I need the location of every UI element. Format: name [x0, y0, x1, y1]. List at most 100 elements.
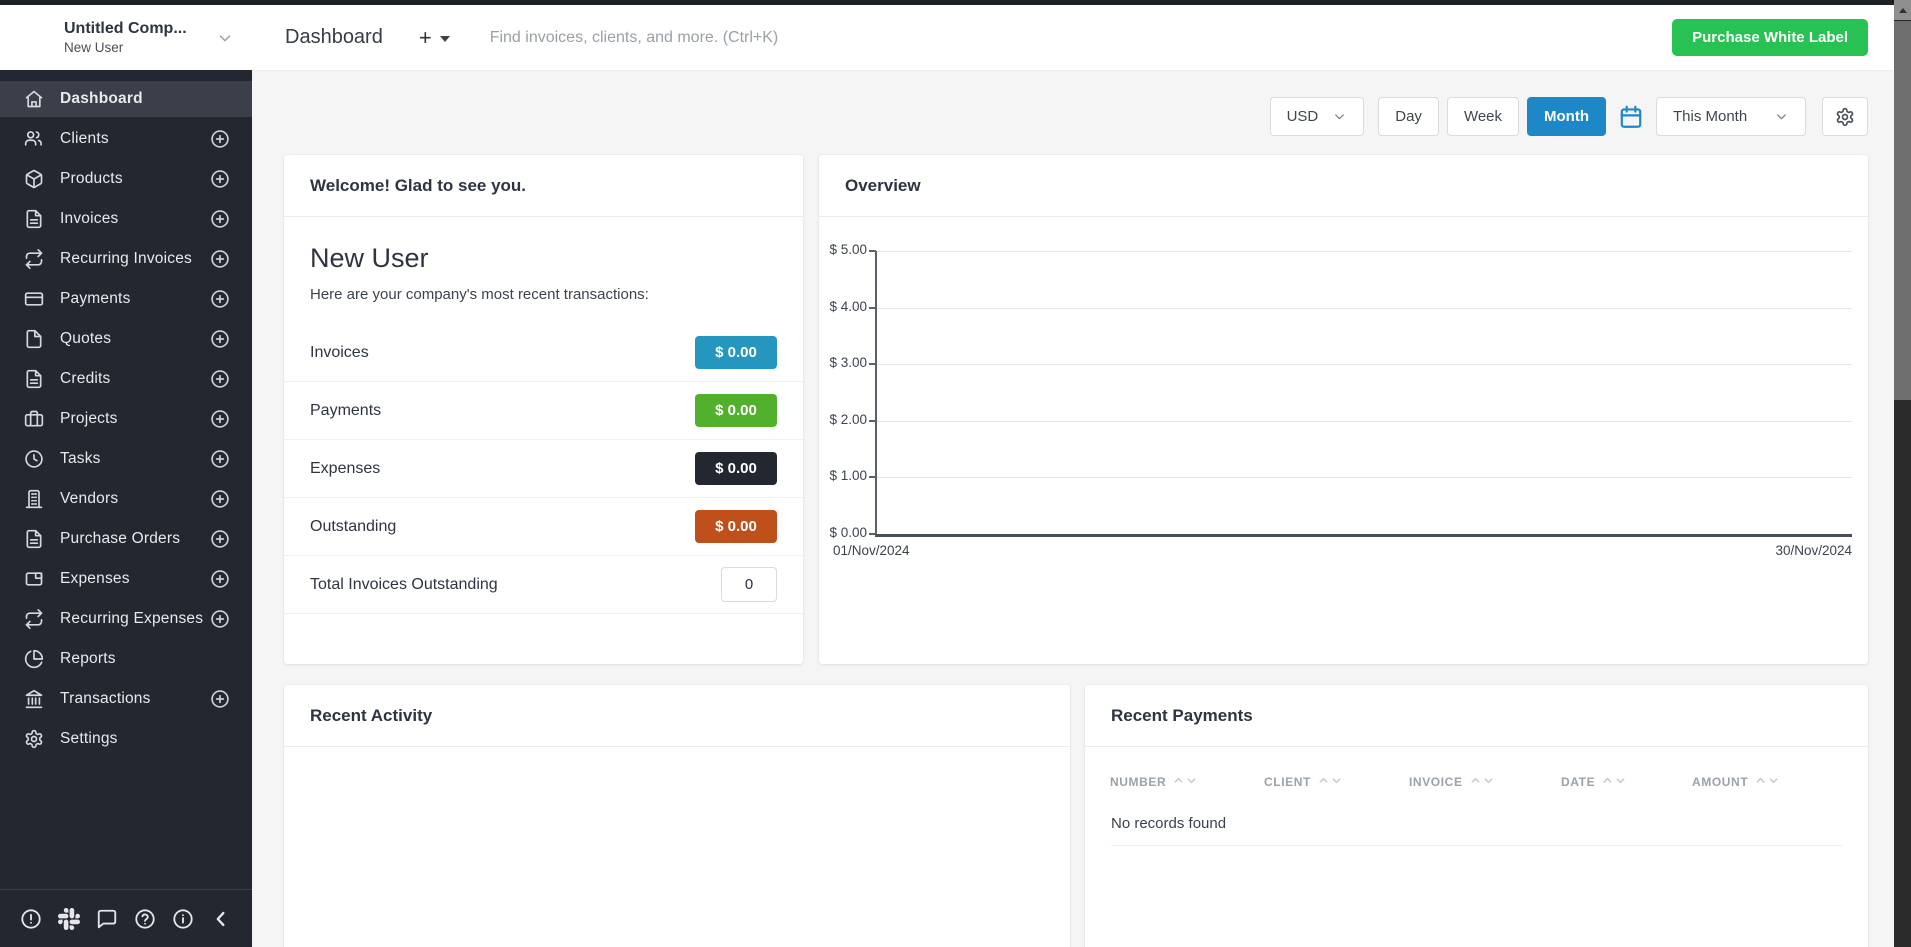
info-icon[interactable]: [172, 908, 194, 930]
sidebar-item-reports[interactable]: Reports: [0, 641, 252, 677]
sort-icons[interactable]: [1602, 773, 1626, 791]
sidebar-item-recurring-invoices[interactable]: Recurring Invoices: [0, 241, 252, 277]
alert-circle-icon[interactable]: [20, 908, 42, 930]
vertical-scrollbar[interactable]: [1894, 0, 1911, 947]
tasks-icon: [24, 449, 44, 469]
sort-icons[interactable]: [1173, 773, 1197, 791]
table-divider: [1111, 845, 1842, 846]
summary-row-label: Expenses: [310, 460, 380, 478]
sidebar-item-quotes[interactable]: Quotes: [0, 321, 252, 357]
calendar-icon[interactable]: [1618, 104, 1644, 130]
search-input[interactable]: [488, 28, 1672, 48]
y-axis-tick: [869, 307, 876, 309]
sort-down-icon[interactable]: [1331, 773, 1342, 791]
sidebar-item-payments[interactable]: Payments: [0, 281, 252, 317]
sort-icons[interactable]: [1470, 773, 1494, 791]
collapse-sidebar-icon[interactable]: [210, 908, 232, 930]
dashboard-settings-button[interactable]: [1822, 97, 1868, 136]
sort-up-icon[interactable]: [1318, 773, 1329, 791]
recent-activity-header: Recent Activity: [284, 685, 1070, 747]
sidebar-item-settings[interactable]: Settings: [0, 721, 252, 757]
purchase-white-label-button[interactable]: Purchase White Label: [1672, 19, 1868, 56]
sidebar-item-tasks[interactable]: Tasks: [0, 441, 252, 477]
quick-add-projects-button[interactable]: [210, 409, 230, 429]
clients-icon: [24, 129, 44, 149]
sort-icons[interactable]: [1755, 773, 1779, 791]
company-selector[interactable]: Untitled Comp... New User: [0, 5, 252, 70]
sidebar-item-vendors[interactable]: Vendors: [0, 481, 252, 517]
dashboard-toolbar: USD DayWeekMonth This Month: [1270, 97, 1868, 136]
scrollbar-up-button[interactable]: [1894, 0, 1911, 20]
sidebar: Untitled Comp... New User Dashboard Clien…: [0, 5, 252, 947]
help-icon[interactable]: [134, 908, 156, 930]
home-icon: [24, 89, 44, 109]
quick-add-quotes-button[interactable]: [210, 329, 230, 349]
column-header-number[interactable]: NUMBER: [1110, 773, 1264, 791]
quick-add-products-button[interactable]: [210, 169, 230, 189]
summary-amount-badge[interactable]: $ 0.00: [695, 510, 777, 543]
sidebar-item-invoices[interactable]: Invoices: [0, 201, 252, 237]
quick-add-clients-button[interactable]: [210, 129, 230, 149]
quick-add-transactions-button[interactable]: [210, 689, 230, 709]
sidebar-item-transactions[interactable]: Transactions: [0, 681, 252, 717]
projects-icon: [24, 409, 44, 429]
column-header-client[interactable]: CLIENT: [1264, 773, 1409, 791]
currency-select[interactable]: USD: [1270, 97, 1365, 136]
sort-down-icon[interactable]: [1768, 773, 1779, 791]
sidebar-item-products[interactable]: Products: [0, 161, 252, 197]
app-window: Untitled Comp... New User Dashboard Clien…: [0, 0, 1911, 947]
welcome-card: Welcome! Glad to see you. New User Here …: [284, 155, 803, 664]
sidebar-item-clients[interactable]: Clients: [0, 121, 252, 157]
sort-up-icon[interactable]: [1470, 773, 1481, 791]
sidebar-item-projects[interactable]: Projects: [0, 401, 252, 437]
quick-add-credits-button[interactable]: [210, 369, 230, 389]
range-month-button[interactable]: Month: [1527, 97, 1606, 136]
quick-add-recurring-invoices-button[interactable]: [210, 249, 230, 269]
quick-add-invoices-button[interactable]: [210, 209, 230, 229]
sidebar-item-credits[interactable]: Credits: [0, 361, 252, 397]
range-week-button[interactable]: Week: [1447, 97, 1519, 136]
sort-down-icon[interactable]: [1186, 773, 1197, 791]
sidebar-item-expenses[interactable]: Expenses: [0, 561, 252, 597]
chat-icon[interactable]: [96, 908, 118, 930]
settings-icon: [24, 729, 44, 749]
y-axis-label: $ 3.00: [821, 355, 867, 370]
quick-add-tasks-button[interactable]: [210, 449, 230, 469]
chevron-down-icon: [1332, 109, 1347, 124]
sidebar-item-label: Expenses: [60, 570, 130, 588]
column-header-invoice[interactable]: INVOICE: [1409, 773, 1561, 791]
chart-gridline: [877, 251, 1852, 252]
quick-add-vendors-button[interactable]: [210, 489, 230, 509]
caret-down-icon: [440, 36, 450, 42]
sidebar-item-purchase-orders[interactable]: Purchase Orders: [0, 521, 252, 557]
quick-create-button[interactable]: +: [419, 27, 450, 49]
period-select[interactable]: This Month: [1656, 97, 1806, 136]
payments-table-header-row: NUMBERCLIENTINVOICEDATEAMOUNT: [1085, 747, 1868, 791]
sort-up-icon[interactable]: [1755, 773, 1766, 791]
slack-icon[interactable]: [58, 908, 80, 930]
chart-gridline: [877, 308, 1852, 309]
quotes-icon: [24, 329, 44, 349]
scrollbar-thumb[interactable]: [1894, 21, 1911, 400]
y-axis-tick: [869, 476, 876, 478]
sidebar-item-dashboard[interactable]: Dashboard: [0, 81, 252, 117]
sort-down-icon[interactable]: [1615, 773, 1626, 791]
sort-up-icon[interactable]: [1173, 773, 1184, 791]
sort-up-icon[interactable]: [1602, 773, 1613, 791]
summary-amount-badge[interactable]: $ 0.00: [695, 336, 777, 369]
summary-row-label: Payments: [310, 402, 381, 420]
quick-add-payments-button[interactable]: [210, 289, 230, 309]
sort-icons[interactable]: [1318, 773, 1342, 791]
range-day-button[interactable]: Day: [1378, 97, 1439, 136]
column-header-amount[interactable]: AMOUNT: [1692, 773, 1842, 791]
y-axis-label: $ 5.00: [821, 242, 867, 257]
overview-card-header: Overview: [819, 155, 1868, 217]
summary-amount-badge[interactable]: $ 0.00: [695, 452, 777, 485]
quick-add-recurring-expenses-button[interactable]: [210, 609, 230, 629]
quick-add-purchase-orders-button[interactable]: [210, 529, 230, 549]
sort-down-icon[interactable]: [1483, 773, 1494, 791]
sidebar-item-recurring-expenses[interactable]: Recurring Expenses: [0, 601, 252, 637]
quick-add-expenses-button[interactable]: [210, 569, 230, 589]
summary-amount-badge[interactable]: $ 0.00: [695, 394, 777, 427]
column-header-date[interactable]: DATE: [1561, 773, 1692, 791]
